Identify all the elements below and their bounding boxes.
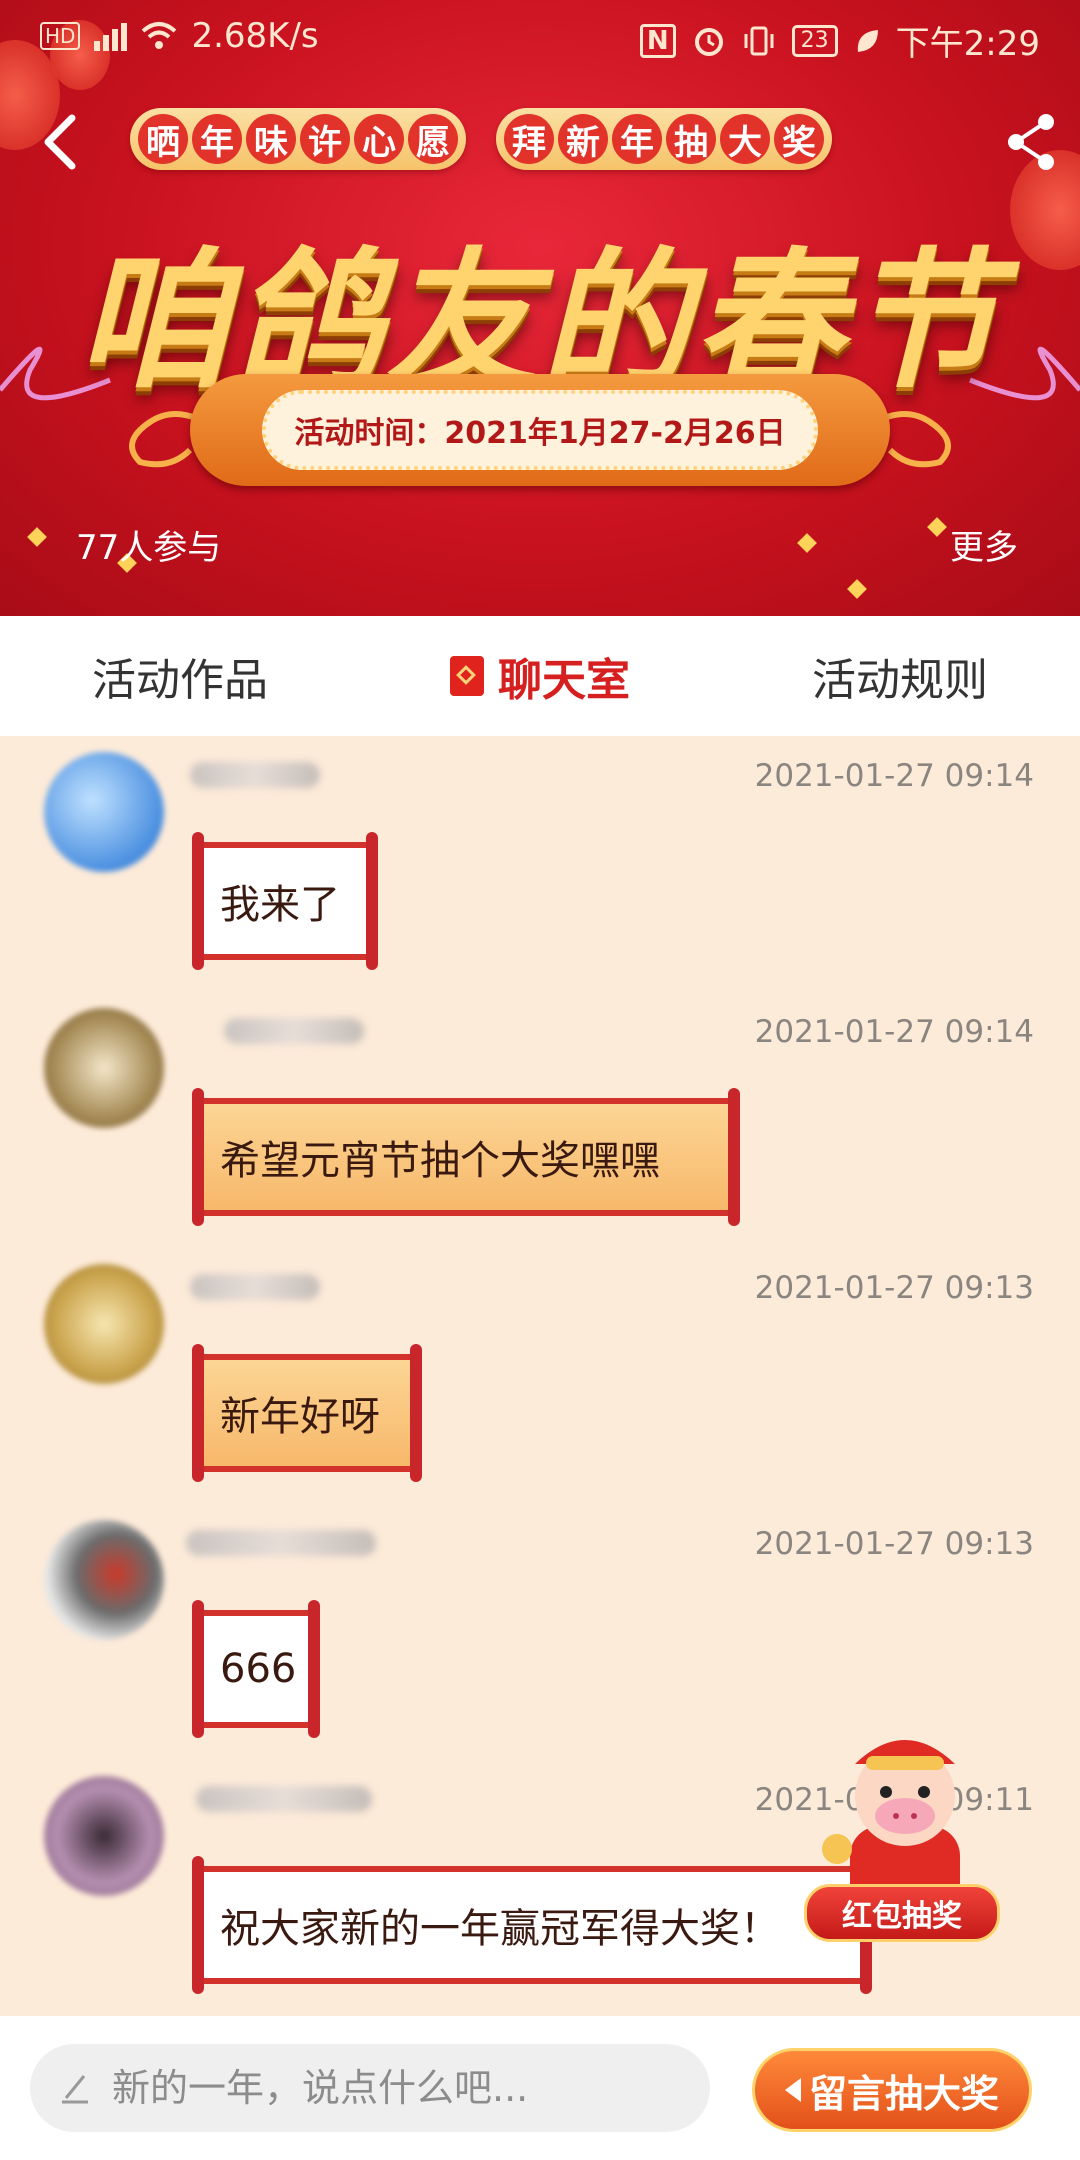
message-timestamp: 2021-01-27 09:14 [754, 1014, 1034, 1050]
submit-lottery-button[interactable]: 留言抽大奖 [752, 2048, 1032, 2132]
sparkle-decoration [847, 579, 867, 599]
slogan-char: 抽 [666, 114, 716, 164]
leaf-icon [857, 29, 878, 52]
network-speed: 2.68K/s [191, 16, 319, 56]
message-bubble: 666 [192, 1600, 320, 1738]
avatar[interactable] [44, 1008, 164, 1128]
message-timestamp: 2021-01-27 09:13 [754, 1270, 1034, 1306]
sparkle-decoration [27, 527, 47, 547]
tab-works[interactable]: 活动作品 [0, 616, 360, 736]
username-blurred [224, 1018, 364, 1044]
signal-icon [94, 21, 128, 51]
slogan-group-1: 晒 年 味 许 心 愿 [130, 108, 466, 170]
vibrate-icon [744, 26, 774, 55]
message-timestamp: 2021-01-27 09:14 [754, 758, 1034, 794]
arrow-left-icon [784, 2078, 801, 2102]
chat-message: 2021-01-27 09:14 希望元宵节抽个大奖嘿嘿 [0, 992, 1080, 1248]
lucky-draw-button[interactable]: 红包抽奖 [804, 1884, 1000, 1942]
slogan-char: 年 [192, 114, 242, 164]
slogan-char: 味 [246, 114, 296, 164]
username-blurred [190, 1274, 320, 1300]
slogan-char: 许 [300, 114, 350, 164]
submit-lottery-label: 留言抽大奖 [808, 2071, 999, 2116]
slogan-char: 心 [354, 114, 404, 164]
tab-chatroom[interactable]: 聊天室 [360, 616, 720, 736]
slogan-tags: 晒 年 味 许 心 愿 拜 新 年 抽 大 奖 [130, 108, 832, 170]
wifi-icon [142, 22, 177, 49]
tab-chatroom-label: 聊天室 [498, 655, 630, 706]
message-timestamp: 2021-01-27 09:13 [754, 1526, 1034, 1562]
red-envelope-icon [450, 656, 484, 696]
message-text: 希望元宵节抽个大奖嘿嘿 [204, 1098, 728, 1216]
slogan-char: 年 [612, 114, 662, 164]
username-blurred [186, 1530, 376, 1556]
message-bubble: 祝大家新的一年赢冠军得大奖！ [192, 1856, 872, 1994]
nfc-icon: N [639, 23, 676, 58]
status-bar: HD 2.68K/s N 23 下午2:29 [0, 0, 1080, 72]
message-text: 我来了 [204, 842, 366, 960]
participant-count[interactable]: 77人参与 [76, 520, 221, 569]
event-date: 活动时间：2021年1月27-2月26日 [262, 390, 818, 470]
bottom-input-bar: 留言抽大奖 [0, 2016, 1080, 2160]
slogan-group-2: 拜 新 年 抽 大 奖 [496, 108, 832, 170]
hd-indicator: HD [40, 22, 81, 50]
avatar[interactable] [44, 1264, 164, 1384]
chat-message: 2021-01-27 09:13 新年好呀 [0, 1248, 1080, 1504]
share-icon[interactable] [1002, 110, 1062, 174]
slogan-char: 愿 [408, 114, 458, 164]
slogan-char: 奖 [774, 114, 824, 164]
message-text: 新年好呀 [204, 1354, 410, 1472]
battery-icon: 23 [791, 24, 838, 57]
message-text: 祝大家新的一年赢冠军得大奖！ [204, 1866, 860, 1984]
comment-input-wrapper[interactable] [30, 2044, 710, 2132]
tab-rules[interactable]: 活动规则 [720, 616, 1080, 736]
slogan-char: 新 [558, 114, 608, 164]
chat-message: 2021-01-27 09:14 我来了 [0, 736, 1080, 992]
username-blurred [196, 1786, 372, 1812]
avatar[interactable] [44, 752, 164, 872]
back-arrow-icon[interactable] [34, 112, 94, 172]
pen-icon [62, 2075, 88, 2104]
slogan-char: 拜 [504, 114, 554, 164]
activity-banner: HD 2.68K/s N 23 下午2:29 晒 年 味 许 心 愿 拜 新 年… [0, 0, 1080, 616]
username-blurred [190, 762, 320, 788]
slogan-char: 大 [720, 114, 770, 164]
tab-works-label: 活动作品 [92, 655, 268, 706]
clock-time: 下午2:29 [895, 24, 1040, 64]
date-plaque: 活动时间：2021年1月27-2月26日 [190, 374, 890, 486]
sparkle-decoration [797, 533, 817, 553]
more-link[interactable]: 更多 [950, 520, 1018, 569]
alarm-icon [694, 27, 723, 56]
slogan-char: 晒 [138, 114, 188, 164]
message-text: 666 [204, 1610, 308, 1728]
message-bubble: 新年好呀 [192, 1344, 422, 1482]
message-bubble: 我来了 [192, 832, 378, 970]
sparkle-decoration [927, 517, 947, 537]
message-bubble: 希望元宵节抽个大奖嘿嘿 [192, 1088, 740, 1226]
avatar[interactable] [44, 1520, 164, 1640]
avatar[interactable] [44, 1776, 164, 1896]
tab-rules-label: 活动规则 [812, 655, 988, 706]
comment-input[interactable] [110, 2065, 674, 2111]
tab-bar: 活动作品 聊天室 活动规则 [0, 616, 1080, 736]
